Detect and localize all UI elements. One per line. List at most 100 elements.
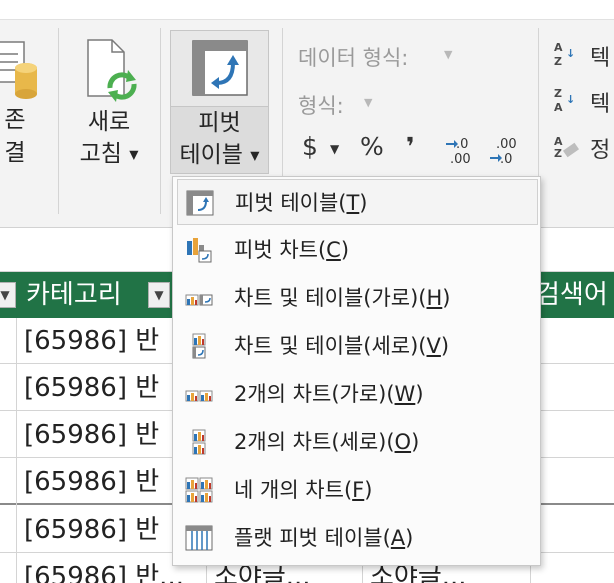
- sort-ascending-icon[interactable]: A Z ↓: [552, 42, 578, 70]
- menu-item-pivot-table[interactable]: 피벗 테이블(T): [177, 179, 538, 225]
- menu-item-text: 2개의 차트(세로)(: [234, 430, 395, 454]
- two-charts-horizontal-icon: [185, 390, 213, 402]
- refresh-label-1: 새로: [87, 109, 131, 135]
- refresh-label-2: 고침 ▼: [70, 138, 148, 171]
- sort-ascending-label[interactable]: 텍: [590, 40, 610, 72]
- increase-decimal-button[interactable]: .0 .00: [444, 136, 478, 167]
- pivot-table-icon: [186, 190, 214, 216]
- sort-arrow-down: ↓: [566, 47, 576, 60]
- sort-descending-label[interactable]: 텍: [590, 86, 610, 118]
- pivot-table-button-top[interactable]: [171, 31, 268, 107]
- decrease-decimal-icon: .00 .0: [490, 137, 517, 167]
- menu-item-accelerator: V: [426, 334, 441, 358]
- eraser-icon: [562, 142, 580, 158]
- pivot-table-icon: [192, 40, 248, 96]
- menu-item-text: 네 개의 차트(: [234, 478, 353, 502]
- percent-format-button[interactable]: %: [360, 132, 384, 161]
- menu-item-label: 피벗 차트(C): [234, 227, 349, 273]
- existing-connections-label-1: 존: [4, 107, 26, 133]
- comma-format-button[interactable]: ❜: [406, 132, 415, 161]
- column-gridline: [16, 318, 17, 583]
- pivot-table-label-2-text: 테이블: [179, 142, 243, 168]
- svg-text:.0: .0: [456, 137, 468, 152]
- chart-and-table-vertical-icon: [192, 333, 206, 359]
- menu-item-close: ): [359, 191, 368, 215]
- decrease-decimal-button[interactable]: .00 .0: [488, 136, 522, 167]
- menu-item-text: 피벗 테이블(: [235, 191, 347, 215]
- menu-item-accelerator: O: [394, 430, 412, 454]
- refresh-dropdown-caret[interactable]: ▼: [129, 148, 138, 162]
- menu-item-close: ): [340, 238, 350, 262]
- menu-item-close: ): [442, 286, 451, 310]
- svg-text:.00: .00: [496, 137, 517, 152]
- category-cell[interactable]: [65986] 반: [16, 507, 170, 553]
- pivot-chart-icon: [187, 238, 212, 263]
- menu-item-label: 차트 및 테이블(세로)(V): [234, 323, 449, 369]
- existing-connections-button[interactable]: 존 결: [0, 32, 48, 182]
- flat-pivot-table-icon: [185, 525, 213, 551]
- data-type-label: 데이터 형식:: [298, 46, 409, 70]
- svg-text:.0: .0: [500, 152, 512, 166]
- currency-format-button[interactable]: $: [302, 132, 318, 161]
- menu-item-label: 2개의 차트(가로)(W): [234, 371, 424, 417]
- menu-item-accelerator: A: [390, 526, 406, 550]
- ribbon-separator: [58, 28, 59, 214]
- header-category[interactable]: 카테고리: [16, 272, 170, 318]
- filter-dropdown-button[interactable]: ▼: [148, 282, 170, 308]
- category-cell[interactable]: [65986] 반: [16, 459, 170, 505]
- menu-item-accelerator: H: [426, 286, 443, 310]
- menu-item-chart-and-table-vertical[interactable]: 차트 및 테이블(세로)(V): [177, 323, 538, 369]
- menu-item-accelerator: C: [326, 238, 341, 262]
- clear-sort-label[interactable]: 정: [590, 132, 610, 164]
- menu-item-four-charts[interactable]: 네 개의 차트(F): [177, 467, 538, 513]
- menu-item-close: ): [364, 478, 373, 502]
- menu-item-text: 피벗 차트(: [234, 238, 327, 262]
- sort-arrow-down: ↓: [566, 93, 576, 106]
- sort-letter-z: Z: [554, 147, 562, 160]
- menu-item-text: 플랫 피벗 테이블(: [234, 526, 391, 550]
- sort-letter-z: Z: [554, 55, 562, 68]
- menu-item-label: 2개의 차트(세로)(O): [234, 419, 419, 465]
- format-dropdown-caret[interactable]: ▼: [364, 96, 372, 109]
- existing-connections-label-2: 결: [4, 140, 26, 166]
- menu-item-label: 네 개의 차트(F): [234, 467, 372, 513]
- ribbon-separator: [160, 28, 161, 214]
- menu-item-two-charts-vertical[interactable]: 2개의 차트(세로)(O): [177, 419, 538, 465]
- sort-letter-a: A: [554, 135, 563, 148]
- menu-item-text: 차트 및 테이블(가로)(: [234, 286, 427, 310]
- pivot-table-label-2: 테이블 ▼: [171, 139, 268, 172]
- menu-item-text: 2개의 차트(가로)(: [234, 382, 395, 406]
- refresh-icon: [87, 39, 137, 102]
- menu-item-label: 피벗 테이블(T): [235, 180, 368, 226]
- currency-dropdown-caret[interactable]: ▼: [330, 142, 339, 156]
- data-type-dropdown-caret[interactable]: ▼: [444, 48, 452, 61]
- format-label: 형식:: [298, 94, 344, 118]
- menu-item-close: ): [405, 526, 414, 550]
- refresh-label-2-text: 고침: [79, 141, 122, 167]
- sort-descending-icon[interactable]: Z A ↓: [552, 88, 578, 116]
- sort-letter-a: A: [554, 101, 563, 114]
- menu-item-label: 차트 및 테이블(가로)(H): [234, 275, 451, 321]
- two-charts-vertical-icon: [192, 429, 206, 455]
- menu-item-chart-and-table-horizontal[interactable]: 차트 및 테이블(가로)(H): [177, 275, 538, 321]
- menu-item-accelerator: T: [346, 191, 360, 215]
- pivot-table-label-1: 피벗: [198, 110, 241, 136]
- refresh-button[interactable]: 새로 고침 ▼: [70, 32, 148, 182]
- category-cell[interactable]: [65986] 반: [16, 318, 170, 364]
- category-cell[interactable]: [65986] 반: [16, 365, 170, 411]
- pivot-table-dropdown-caret[interactable]: ▼: [250, 149, 259, 163]
- chart-and-table-horizontal-icon: [185, 294, 213, 306]
- pivot-table-button[interactable]: 피벗 테이블 ▼: [170, 30, 269, 174]
- increase-decimal-icon: .0 .00: [446, 137, 471, 167]
- menu-item-label: 플랫 피벗 테이블(A): [234, 515, 413, 561]
- menu-item-flat-pivot-table[interactable]: 플랫 피벗 테이블(A): [177, 515, 538, 561]
- menu-item-pivot-chart[interactable]: 피벗 차트(C): [177, 227, 538, 273]
- category-cell[interactable]: [65986] 반: [16, 412, 170, 458]
- filter-dropdown-button[interactable]: ▼: [0, 282, 16, 308]
- menu-item-close: ): [440, 334, 450, 358]
- four-charts-icon: [185, 477, 213, 503]
- clear-sort-icon[interactable]: A Z: [552, 134, 580, 162]
- svg-text:.00: .00: [450, 152, 471, 166]
- menu-item-two-charts-horizontal[interactable]: 2개의 차트(가로)(W): [177, 371, 538, 417]
- header-keyword[interactable]: 검색어: [530, 272, 614, 318]
